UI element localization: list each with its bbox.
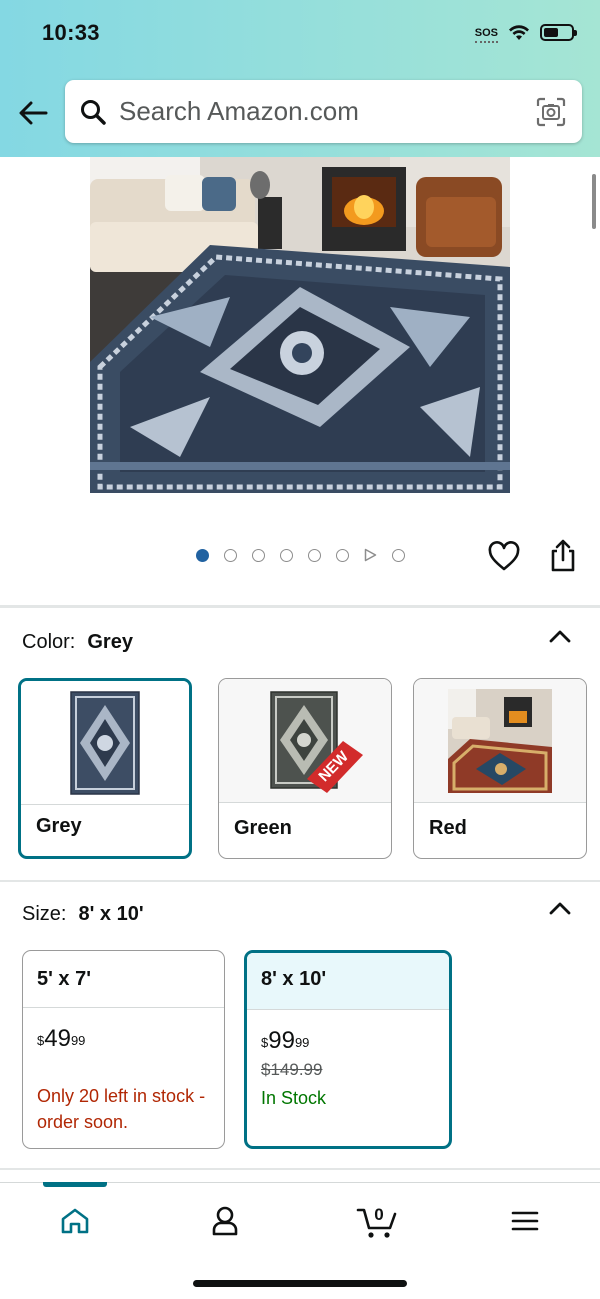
wifi-icon xyxy=(509,24,529,40)
swatch-image xyxy=(21,681,189,805)
collapse-size-chevron-icon[interactable] xyxy=(548,900,572,916)
color-option-green[interactable]: NEW Green xyxy=(218,678,392,859)
color-option-label: Grey xyxy=(36,815,82,837)
size-label: Size: 8' x 10' xyxy=(22,903,144,925)
tab-account[interactable] xyxy=(205,1201,245,1241)
list-price: $149.99 xyxy=(261,1060,323,1079)
home-indicator[interactable] xyxy=(193,1280,407,1287)
product-main-image[interactable] xyxy=(90,157,510,493)
camera-search-icon[interactable] xyxy=(536,97,566,127)
size-option-title: 5' x 7' xyxy=(23,951,224,1008)
swatch-image xyxy=(414,679,586,803)
color-option-label: Green xyxy=(234,817,292,839)
size-option-price: $9999 xyxy=(261,1027,310,1054)
selected-size-value: 8' x 10' xyxy=(78,903,144,925)
menu-icon xyxy=(511,1211,539,1231)
back-button[interactable] xyxy=(16,96,50,130)
share-icon[interactable] xyxy=(549,538,577,572)
search-icon xyxy=(79,98,107,126)
bottom-tab-bar: 0 xyxy=(0,1182,600,1299)
availability-text: In Stock xyxy=(261,1088,327,1108)
search-input[interactable] xyxy=(119,96,519,127)
status-time: 10:33 xyxy=(42,20,100,45)
carousel-dot-3[interactable] xyxy=(252,548,265,562)
battery-icon xyxy=(540,24,577,41)
size-option-8x10[interactable]: 8' x 10' $9999 $149.99 In Stock xyxy=(244,950,452,1149)
carousel-dot-7[interactable] xyxy=(392,548,405,562)
selected-color-value: Grey xyxy=(87,631,133,653)
back-arrow-icon xyxy=(19,101,48,125)
page-scrollbar[interactable] xyxy=(592,174,596,229)
size-option-5x7[interactable]: 5' x 7' $4999 Only 20 left in stock - or… xyxy=(22,950,225,1149)
color-option-grey[interactable]: Grey xyxy=(18,678,192,859)
section-divider xyxy=(0,1168,600,1170)
color-option-red[interactable]: Red xyxy=(413,678,587,859)
sos-indicator: SOS xyxy=(474,26,499,43)
carousel-dot-4[interactable] xyxy=(280,548,293,562)
size-option-price: $4999 xyxy=(37,1025,86,1052)
carousel-dot-6[interactable] xyxy=(336,548,349,562)
section-divider xyxy=(0,880,600,882)
color-label: Color: Grey xyxy=(22,631,133,653)
tab-cart[interactable]: 0 xyxy=(355,1201,399,1241)
carousel-dot-5[interactable] xyxy=(308,548,321,562)
color-option-label: Red xyxy=(429,817,467,839)
account-icon xyxy=(212,1206,238,1236)
carousel-dot-2[interactable] xyxy=(224,548,237,562)
carousel-dot-1[interactable] xyxy=(196,548,209,562)
cart-count: 0 xyxy=(374,1205,383,1224)
video-play-icon[interactable] xyxy=(364,548,377,562)
availability-text: Only 20 left in stock - order soon. xyxy=(37,1086,206,1132)
collapse-color-chevron-icon[interactable] xyxy=(548,628,572,644)
image-carousel-dots[interactable] xyxy=(196,548,405,562)
section-divider xyxy=(0,605,600,608)
tab-home[interactable] xyxy=(55,1201,95,1241)
active-tab-indicator xyxy=(43,1182,107,1187)
tab-menu[interactable] xyxy=(505,1201,545,1241)
top-header: 10:33 SOS xyxy=(0,0,600,157)
wishlist-heart-icon[interactable] xyxy=(488,541,520,573)
size-option-title: 8' x 10' xyxy=(247,953,449,1010)
home-icon xyxy=(61,1208,89,1234)
search-bar[interactable] xyxy=(65,80,582,143)
cart-icon: 0 xyxy=(356,1205,397,1238)
status-icons: SOS xyxy=(474,24,577,43)
swatch-image: NEW xyxy=(219,679,391,803)
